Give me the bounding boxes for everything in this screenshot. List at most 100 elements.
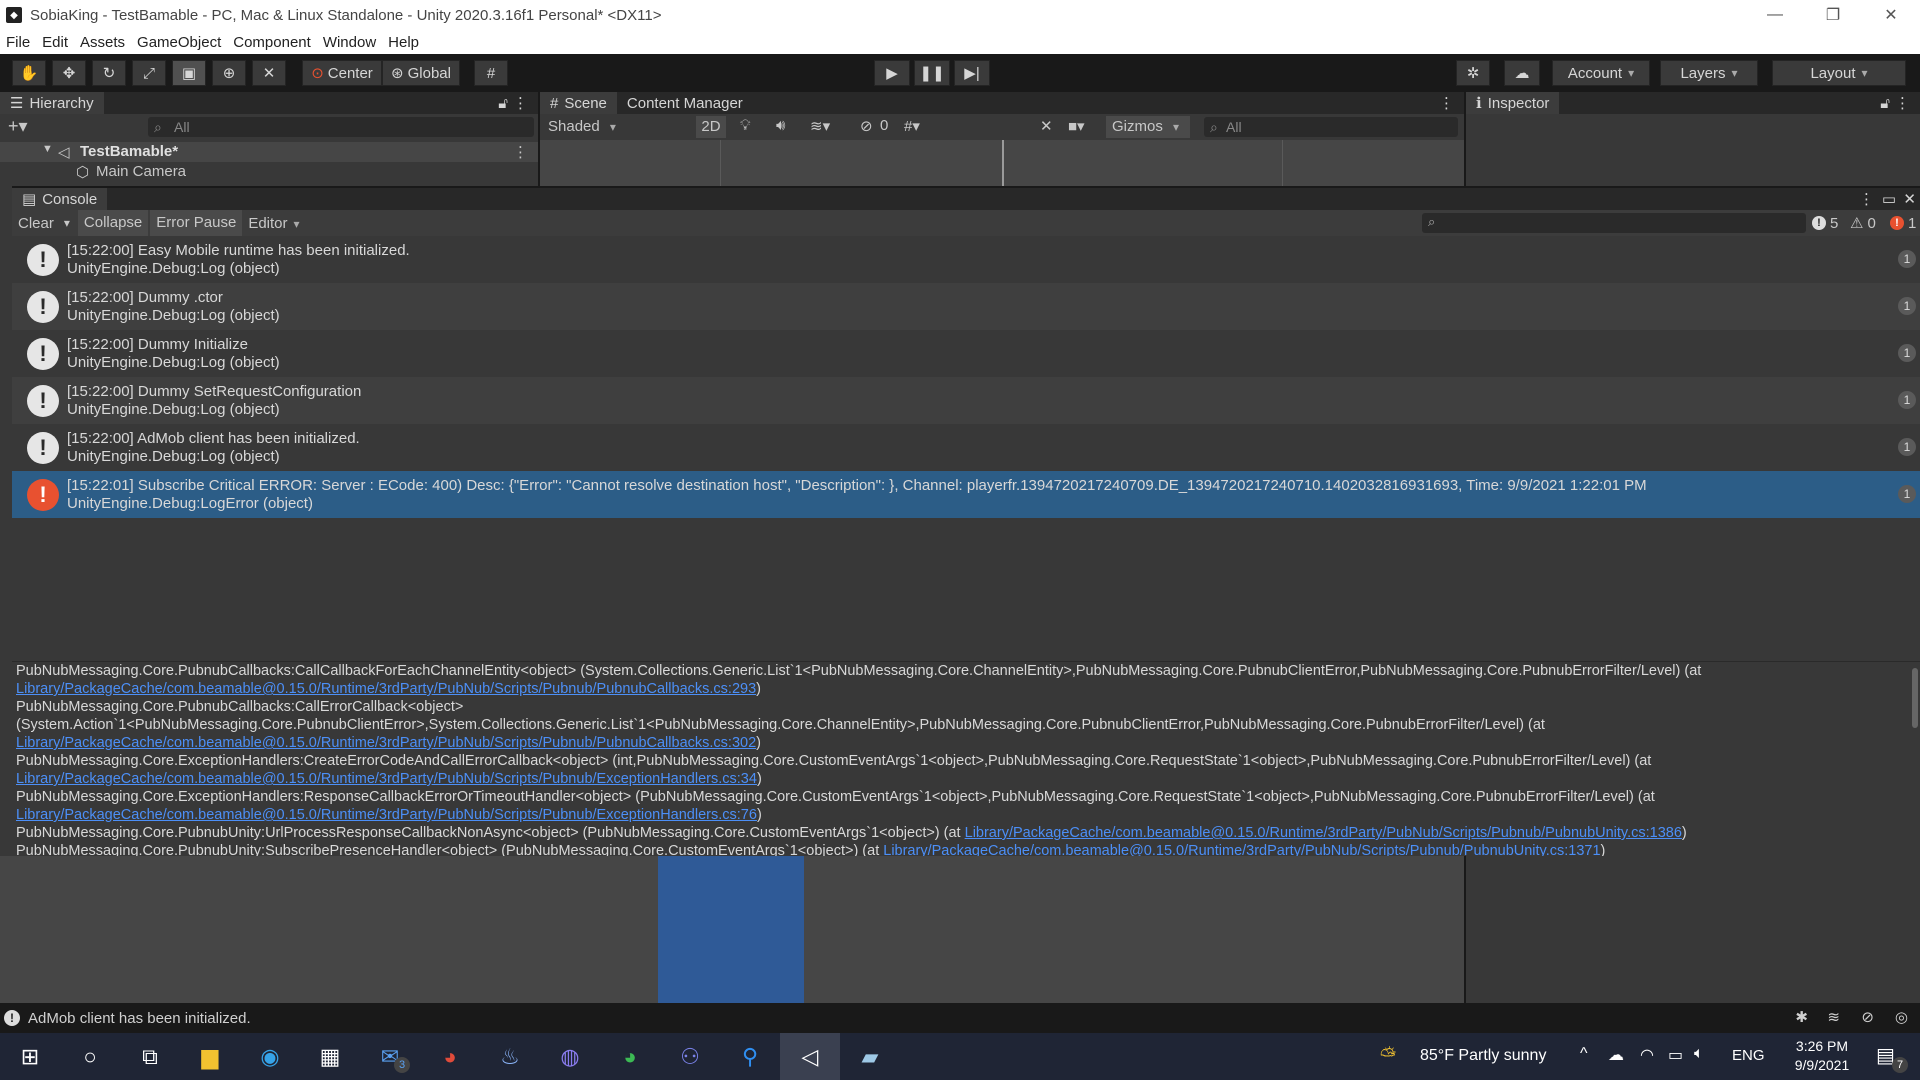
menu-file[interactable]: File — [0, 34, 36, 51]
console-search-input[interactable]: ⌕ — [1422, 213, 1806, 233]
mail-icon[interactable]: ✉ 3 — [360, 1033, 420, 1080]
warn-count-toggle[interactable]: ⚠ 0 — [1850, 212, 1876, 234]
source-link[interactable]: Library/PackageCache/com.beamable@0.15.0… — [16, 771, 757, 787]
account-dropdown[interactable]: Account — [1552, 60, 1650, 86]
notes-icon[interactable]: ▰ — [840, 1033, 900, 1080]
log-entry[interactable]: ! [15:22:00] Dummy .ctor UnityEngine.Debu… — [12, 283, 1920, 330]
scene-search-input[interactable]: ⌕ All — [1204, 117, 1458, 137]
log-entry[interactable]: ! [15:22:00] Dummy SetRequestConfigurati… — [12, 377, 1920, 424]
play-button[interactable]: ▶ — [874, 60, 910, 86]
clear-options-icon[interactable]: ▾ — [60, 216, 74, 230]
log-entry[interactable]: ! [15:22:00] Easy Mobile runtime has bee… — [12, 236, 1920, 283]
audio-icon[interactable]: 🔊︎ — [776, 117, 785, 134]
error-pause-toggle[interactable]: Error Pause — [150, 210, 243, 236]
minimize-button[interactable]: — — [1746, 0, 1804, 30]
editor-dropdown[interactable]: Editor — [242, 215, 305, 232]
tab-hierarchy[interactable]: ☰ Hierarchy — [0, 92, 104, 114]
log-entry[interactable]: ! [15:22:00] AdMob client has been initi… — [12, 424, 1920, 471]
source-link[interactable]: Library/PackageCache/com.beamable@0.15.0… — [965, 825, 1682, 841]
menu-help[interactable]: Help — [382, 34, 425, 51]
search-circle-icon[interactable]: ○ — [60, 1033, 120, 1080]
close-icon[interactable]: ✕ — [1903, 190, 1916, 208]
scale-tool-icon[interactable]: ⤢ — [132, 60, 166, 86]
clear-button[interactable]: Clear — [12, 215, 60, 232]
status-message[interactable]: AdMob client has been initialized. — [28, 1010, 251, 1027]
hierarchy-menu-icon[interactable]: ⋮ — [513, 94, 528, 112]
log-entry-selected[interactable]: ! [15:22:01] Subscribe Critical ERROR: S… — [12, 471, 1920, 518]
scene-view[interactable] — [540, 140, 1464, 186]
grid-toggle-icon[interactable]: #▾ — [904, 117, 920, 135]
restore-button[interactable]: ❐ — [1804, 0, 1862, 30]
stack-trace-panel[interactable]: PubNubMessaging.Core.PubnubCallbacks:Cal… — [12, 661, 1920, 856]
steam-icon[interactable]: ♨ — [480, 1033, 540, 1080]
inspector-lock-icon[interactable]: 🔓︎ — [1880, 95, 1890, 112]
inspector-menu-icon[interactable]: ⋮ — [1895, 94, 1910, 112]
menu-assets[interactable]: Assets — [74, 34, 131, 51]
cache-icon[interactable]: ≋ — [1827, 1008, 1840, 1026]
tray-chevron-icon[interactable]: ^ — [1580, 1045, 1588, 1063]
task-view-icon[interactable]: ⧉ — [120, 1033, 180, 1080]
tab-scene[interactable]: # Scene — [540, 92, 617, 114]
hierarchy-item[interactable]: ⬡ Main Camera — [0, 162, 538, 182]
tab-console[interactable]: ▤ Console — [12, 188, 108, 210]
shading-dropdown[interactable]: Shaded — [544, 116, 690, 138]
edge-icon[interactable]: ◉ — [240, 1033, 300, 1080]
rotate-tool-icon[interactable]: ↻ — [92, 60, 126, 86]
language-indicator[interactable]: ENG — [1732, 1047, 1765, 1064]
scene-row[interactable]: ▼ ◁ TestBamable* ⋮ — [0, 142, 538, 162]
pause-button[interactable]: ❚❚ — [914, 60, 950, 86]
weather-icon[interactable]: ⛅︎ — [1380, 1045, 1396, 1068]
tab-content-manager[interactable]: Content Manager — [617, 92, 753, 114]
tab-inspector[interactable]: ℹ Inspector — [1466, 92, 1560, 114]
teams-icon[interactable]: ⚇ — [660, 1033, 720, 1080]
grid-snap-icon[interactable]: # — [474, 60, 508, 86]
menu-component[interactable]: Component — [227, 34, 317, 51]
collapse-toggle[interactable]: Collapse — [77, 210, 149, 236]
source-link[interactable]: Library/PackageCache/com.beamable@0.15.0… — [883, 843, 1600, 856]
weather-text[interactable]: 85°F Partly sunny — [1420, 1047, 1546, 1065]
hierarchy-search-input[interactable]: ⌕ All — [148, 117, 534, 137]
mode-2d-button[interactable]: 2D — [696, 116, 726, 138]
camera-icon[interactable]: ■▾ — [1068, 117, 1085, 135]
expand-arrow-icon[interactable]: ▼ — [42, 143, 53, 155]
menu-gameobject[interactable]: GameObject — [131, 34, 227, 51]
scene-menu-icon[interactable]: ⋮ — [513, 143, 528, 161]
source-link[interactable]: Library/PackageCache/com.beamable@0.15.0… — [16, 681, 756, 697]
lighting-icon[interactable]: 💡︎ — [740, 117, 751, 134]
store-icon[interactable]: ▦ — [300, 1033, 360, 1080]
close-window-button[interactable]: ✕ — [1862, 0, 1920, 30]
custom-tool-icon[interactable]: ✕ — [252, 60, 286, 86]
add-icon[interactable]: +▾ — [8, 116, 28, 137]
rect-tool-icon[interactable]: ▣ — [172, 60, 206, 86]
scene-menu-icon[interactable]: ⋮ — [1439, 94, 1454, 112]
layers-dropdown[interactable]: Layers — [1660, 60, 1758, 86]
stack-trace-scrollbar[interactable] — [1912, 668, 1918, 728]
error-count-toggle[interactable]: ! 1 — [1890, 212, 1916, 234]
unity-taskbar-icon[interactable]: ◁ — [780, 1033, 840, 1080]
wifi-icon[interactable]: ◠ — [1640, 1045, 1654, 1065]
volume-icon[interactable]: 🔈︎ — [1694, 1045, 1704, 1063]
pivot-global-button[interactable]: ⊛ Global — [382, 60, 460, 86]
gizmos-dropdown[interactable]: Gizmos — [1106, 116, 1190, 138]
auto-gen-icon[interactable]: ⊘ — [1861, 1008, 1874, 1026]
step-button[interactable]: ▶| — [954, 60, 990, 86]
chrome-icon[interactable]: ◕ — [420, 1033, 480, 1080]
console-menu-icon[interactable]: ⋮ — [1859, 190, 1874, 208]
transform-tool-icon[interactable]: ⊕ — [212, 60, 246, 86]
menu-edit[interactable]: Edit — [36, 34, 74, 51]
hand-tool-icon[interactable]: ✋ — [12, 60, 46, 86]
move-tool-icon[interactable]: ✥ — [52, 60, 86, 86]
windows-start-icon[interactable]: ⊞ — [0, 1033, 60, 1080]
cloud-icon[interactable]: ☁ — [1504, 60, 1540, 86]
progress-icon[interactable]: ◎ — [1895, 1008, 1908, 1026]
battery-icon[interactable]: ▭ — [1668, 1045, 1683, 1065]
tray-app-icon[interactable]: ☁ — [1608, 1045, 1624, 1065]
effects-icon[interactable]: ≋▾ — [810, 117, 830, 135]
log-count-toggle[interactable]: ! 5 — [1812, 212, 1838, 234]
collab-icon[interactable]: ✲ — [1456, 60, 1490, 86]
debug-icon[interactable]: ✱ — [1795, 1008, 1808, 1026]
source-link[interactable]: Library/PackageCache/com.beamable@0.15.0… — [16, 807, 757, 823]
file-explorer-icon[interactable]: ▆ — [180, 1033, 240, 1080]
layout-dropdown[interactable]: Layout — [1772, 60, 1906, 86]
tools-icon[interactable]: ✕ — [1040, 117, 1053, 135]
